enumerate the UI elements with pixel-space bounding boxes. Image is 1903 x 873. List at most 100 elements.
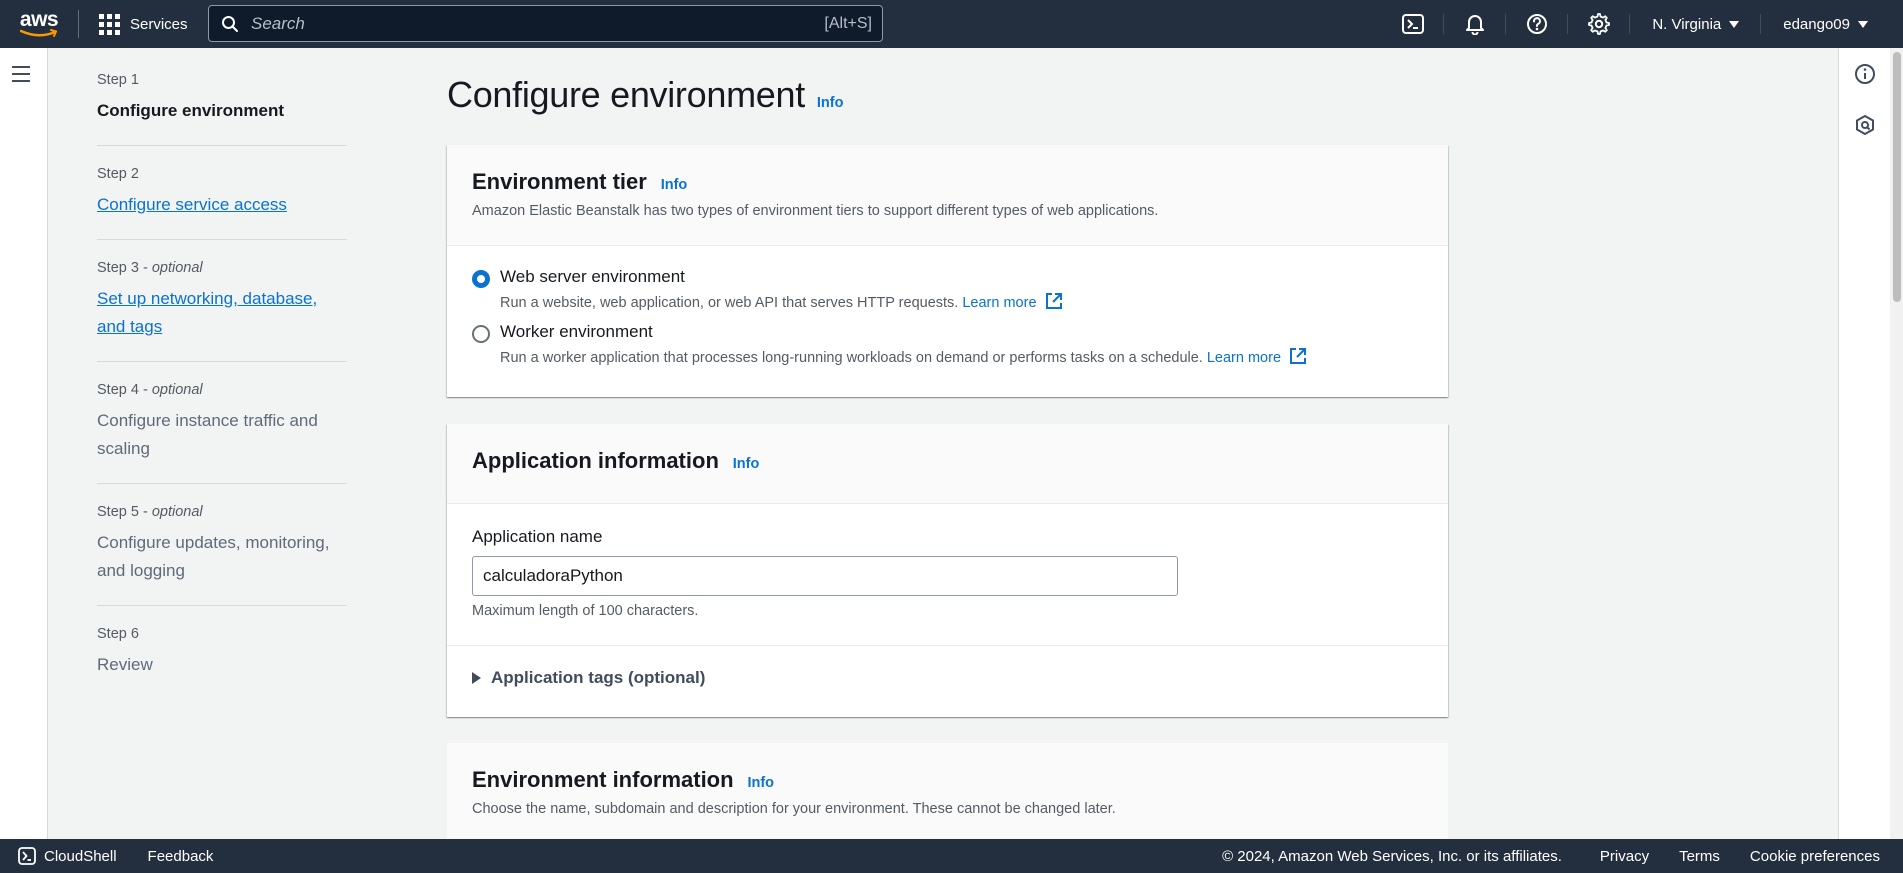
worker-label: Worker environment (500, 322, 653, 341)
aws-logo-text: aws (19, 7, 59, 31)
step-number-text: Step 4 - (97, 382, 152, 398)
nav-utilities: N. Virginia edango09 (1382, 0, 1903, 48)
environment-tier-title: Environment tier (472, 169, 647, 194)
application-name-input[interactable] (472, 556, 1178, 596)
application-tags-label: Application tags (optional) (491, 668, 706, 687)
worker-description-text: Run a worker application that processes … (500, 350, 1203, 366)
search-input[interactable] (239, 13, 825, 34)
right-rail (1838, 48, 1890, 839)
application-information-title: Application information (472, 448, 719, 473)
web-server-description: Run a website, web application, or web A… (500, 292, 1063, 311)
step-number: Step 2 (97, 166, 347, 182)
step-number-text: Step 5 - (97, 504, 152, 520)
step-optional-label: optional (151, 260, 203, 276)
environment-tier-description: Amazon Elastic Beanstalk has two types o… (472, 203, 1159, 219)
step-title: Configure environment (97, 101, 285, 120)
environment-tier-info-link[interactable]: Info (661, 177, 688, 193)
worker-description: Run a worker application that processes … (500, 347, 1307, 366)
web-server-label: Web server environment (500, 267, 685, 286)
services-label: Services (130, 15, 188, 33)
application-information-header: Application information Info (447, 424, 1448, 504)
worker-radio[interactable] (472, 325, 490, 343)
cloudshell-nav-button[interactable] (1382, 0, 1445, 48)
step-number: Step 6 (97, 626, 347, 642)
environment-tier-header: Environment tier Info Amazon Elastic Bea… (447, 145, 1448, 246)
application-name-field: Application name Maximum length of 100 c… (447, 504, 1448, 646)
web-server-description-text: Run a website, web application, or web A… (500, 295, 959, 311)
aws-smile-icon (20, 28, 58, 37)
step-number-text: Step 6 (97, 626, 139, 642)
wizard-step-5: Step 5 - optional Configure updates, moni… (97, 504, 347, 606)
web-server-radio[interactable] (472, 270, 490, 288)
page-info-link[interactable]: Info (817, 95, 844, 111)
left-rail (0, 48, 48, 839)
application-name-hint: Maximum length of 100 characters. (472, 603, 699, 619)
info-panel-icon[interactable] (1853, 62, 1877, 86)
terminal-icon (18, 847, 36, 865)
console-footer: CloudShell Feedback © 2024, Amazon Web S… (0, 839, 1903, 873)
cloudshell-footer-button[interactable]: CloudShell (18, 847, 117, 865)
search-icon (222, 15, 238, 32)
environment-information-description: Choose the name, subdomain and descripti… (472, 801, 1116, 817)
external-link-icon[interactable] (1045, 292, 1063, 310)
help-icon (1527, 14, 1548, 34)
environment-information-title: Environment information (472, 767, 734, 792)
step-optional-label: optional (151, 504, 203, 520)
environment-information-info-link[interactable]: Info (747, 775, 774, 791)
step-title[interactable]: Set up networking, database, and tags (97, 285, 347, 341)
external-link-icon[interactable] (1289, 347, 1307, 365)
bell-icon (1466, 15, 1485, 35)
step-number: Step 5 - optional (97, 504, 347, 520)
worker-learn-more-link[interactable]: Learn more (1207, 350, 1281, 366)
environment-information-header: Environment information Info Choose the … (447, 743, 1448, 839)
wizard-steps: Step 1 Configure environment Step 2 Configu… (97, 72, 347, 719)
step-number: Step 1 (97, 72, 347, 88)
region-selector[interactable]: N. Virginia (1630, 0, 1762, 48)
account-label: edango09 (1783, 15, 1850, 33)
page-header: Configure environment Info (447, 74, 843, 116)
search-box[interactable]: [Alt+S] (208, 5, 883, 42)
environment-tier-panel: Environment tier Info Amazon Elastic Bea… (447, 145, 1448, 397)
web-server-learn-more-link[interactable]: Learn more (962, 295, 1036, 311)
step-number: Step 3 - optional (97, 260, 347, 276)
amazon-q-icon[interactable] (1853, 113, 1877, 137)
wizard-step-1: Step 1 Configure environment (97, 72, 347, 146)
scrollbar-thumb[interactable] (1893, 52, 1901, 302)
feedback-link[interactable]: Feedback (148, 848, 214, 865)
notifications-button[interactable] (1444, 0, 1507, 48)
application-name-label: Application name (472, 527, 603, 546)
application-tags-expander[interactable]: Application tags (optional) (447, 646, 1448, 710)
environment-information-panel: Environment information Info Choose the … (447, 743, 1448, 839)
step-title: Configure instance traffic and scaling (97, 411, 318, 458)
step-title[interactable]: Configure service access (97, 191, 347, 219)
search-shortcut: [Alt+S] (824, 14, 872, 32)
environment-tier-options: Web server environment Run a website, we… (447, 246, 1448, 366)
footer-links: © 2024, Amazon Web Services, Inc. or its… (1222, 839, 1903, 873)
step-title: Configure updates, monitoring, and loggi… (97, 533, 330, 580)
settings-button[interactable] (1568, 0, 1631, 48)
aws-logo[interactable]: aws (0, 0, 78, 48)
caret-down-icon (1858, 20, 1868, 28)
caret-down-icon (1729, 20, 1740, 28)
terms-link[interactable]: Terms (1679, 848, 1720, 865)
help-button[interactable] (1506, 0, 1569, 48)
step-number-text: Step 3 - (97, 260, 152, 276)
menu-toggle-button[interactable] (12, 66, 32, 87)
cookie-preferences-link[interactable]: Cookie preferences (1750, 848, 1880, 865)
page-scrollbar[interactable] (1890, 48, 1903, 839)
gear-icon (1588, 13, 1611, 35)
step-number: Step 4 - optional (97, 382, 347, 398)
wizard-step-4: Step 4 - optional Configure instance traf… (97, 382, 347, 484)
copyright-text: © 2024, Amazon Web Services, Inc. or its… (1222, 847, 1562, 865)
account-menu[interactable]: edango09 (1761, 0, 1903, 48)
services-menu-button[interactable]: Services (79, 0, 208, 48)
step-optional-label: optional (151, 382, 203, 398)
region-label: N. Virginia (1652, 15, 1722, 33)
apps-grid-icon (99, 13, 120, 35)
privacy-link[interactable]: Privacy (1600, 848, 1649, 865)
wizard-step-2: Step 2 Configure service access (97, 166, 347, 240)
terminal-icon (1402, 14, 1425, 34)
worker-option[interactable]: Worker environment Run a worker applicat… (447, 322, 1448, 366)
web-server-option[interactable]: Web server environment Run a website, we… (447, 267, 1448, 311)
application-information-info-link[interactable]: Info (733, 456, 760, 472)
